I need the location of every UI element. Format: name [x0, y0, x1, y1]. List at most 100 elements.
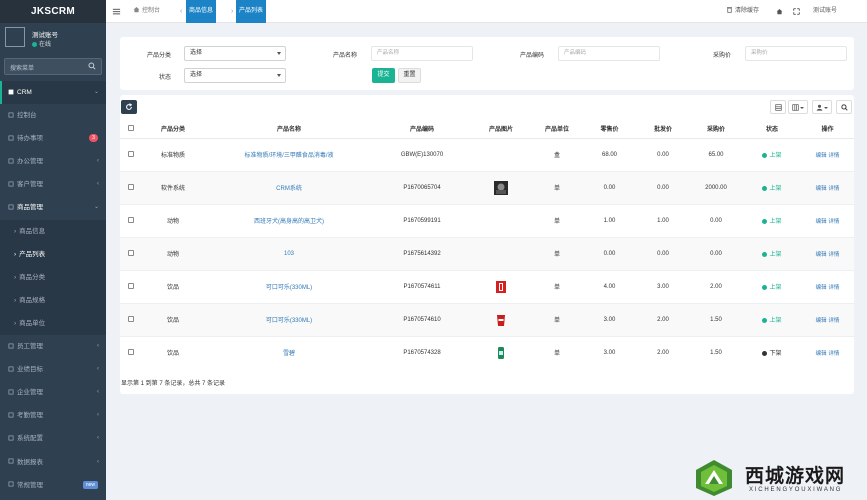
cell-status[interactable]: 上架: [743, 203, 801, 237]
product-name-link[interactable]: 可口可乐(330ML): [266, 285, 312, 291]
reset-button[interactable]: 重置: [398, 68, 421, 83]
detail-link[interactable]: 详情: [828, 351, 839, 357]
row-checkbox-cell[interactable]: [120, 236, 142, 270]
column-header-1[interactable]: 产品名称: [204, 119, 374, 139]
row-checkbox-cell[interactable]: [120, 269, 142, 303]
sidebar-item-6[interactable]: › 商品信息: [0, 219, 106, 243]
status-toggle[interactable]: 上架: [762, 152, 782, 159]
sidebar-item-5[interactable]: 商品管理 ⌄: [0, 196, 106, 219]
avatar[interactable]: [5, 27, 25, 47]
tab-dashboard[interactable]: 控制台: [133, 0, 160, 23]
row-checkbox-cell[interactable]: [120, 302, 142, 336]
product-code-input[interactable]: 产品编码: [558, 46, 660, 61]
column-header-6[interactable]: 批发价: [637, 119, 689, 139]
sidebar-item-7[interactable]: › 产品列表: [0, 242, 106, 266]
cell-name[interactable]: 标准物质/环境/三甲醛食品消毒/液: [204, 137, 374, 171]
cell-name[interactable]: 雪碧: [204, 335, 374, 369]
product-name-link[interactable]: 西班牙犬(高身高的高卫犬): [254, 219, 324, 225]
checkbox-icon[interactable]: [128, 316, 134, 323]
edit-link[interactable]: 编辑: [816, 351, 827, 357]
menu-search-input[interactable]: 搜索菜单: [4, 58, 102, 75]
detail-link[interactable]: 详情: [828, 285, 839, 291]
detail-link[interactable]: 详情: [828, 219, 839, 225]
export-button[interactable]: [812, 100, 832, 114]
checkbox-icon[interactable]: [128, 349, 134, 356]
checkbox-icon[interactable]: [128, 217, 134, 224]
column-header-5[interactable]: 零售价: [582, 119, 637, 139]
status-toggle[interactable]: 上架: [762, 317, 782, 324]
detail-link[interactable]: 详情: [828, 153, 839, 159]
product-name-input[interactable]: 产品名称: [371, 46, 473, 61]
sidebar-item-16[interactable]: 数据报表 ‹: [0, 451, 106, 474]
status-toggle[interactable]: 上架: [762, 185, 782, 192]
column-header-0[interactable]: 产品分类: [142, 119, 204, 139]
status-toggle[interactable]: 上架: [762, 251, 782, 258]
sidebar-item-8[interactable]: › 商品分类: [0, 265, 106, 289]
product-name-link[interactable]: 可口可乐(330ML): [266, 318, 312, 324]
tab-scroll-left-icon[interactable]: ‹: [180, 0, 182, 23]
product-name-link[interactable]: CRM系统: [276, 186, 302, 192]
tab-product-list[interactable]: 产品列表: [236, 0, 267, 23]
toggle-view-button[interactable]: [770, 100, 786, 114]
product-image[interactable]: [494, 346, 508, 360]
columns-button[interactable]: [788, 100, 808, 114]
sidebar-item-4[interactable]: 客户管理 ‹: [0, 173, 106, 196]
cell-name[interactable]: CRM系统: [204, 170, 374, 204]
table-row[interactable]: 饮品 可口可乐(330ML) P1670574610 单 3.00 2.00 1.50 上架 编…: [120, 302, 854, 336]
edit-link[interactable]: 编辑: [816, 318, 827, 324]
cell-status[interactable]: 下架: [743, 335, 801, 369]
sidebar-item-10[interactable]: › 商品单位: [0, 311, 106, 336]
sidebar-item-15[interactable]: 系统配置 ‹: [0, 427, 106, 450]
cell-status[interactable]: 上架: [743, 236, 801, 270]
search-icon[interactable]: [88, 62, 96, 70]
cell-name[interactable]: 可口可乐(330ML): [204, 302, 374, 336]
fullscreen-icon[interactable]: [793, 8, 800, 15]
sidebar-item-0[interactable]: CRM ⌄: [0, 81, 106, 105]
refresh-button[interactable]: [121, 100, 137, 114]
product-name-link[interactable]: 标准物质/环境/三甲醛食品消毒/液: [244, 153, 333, 159]
column-header-3[interactable]: 产品图片: [470, 119, 532, 139]
sidebar-item-1[interactable]: 控制台: [0, 104, 106, 127]
checkbox-icon[interactable]: [128, 250, 134, 257]
sidebar-item-13[interactable]: 企业管理 ‹: [0, 381, 106, 404]
sidebar-item-14[interactable]: 考勤管理 ‹: [0, 404, 106, 427]
edit-link[interactable]: 编辑: [816, 219, 827, 225]
menu-toggle-icon[interactable]: [112, 7, 121, 16]
status-toggle[interactable]: 上架: [762, 218, 782, 225]
product-image[interactable]: [494, 313, 508, 327]
column-header-2[interactable]: 产品编码: [374, 119, 470, 139]
cell-status[interactable]: 上架: [743, 269, 801, 303]
clear-cache-button[interactable]: 清除缓存: [726, 0, 759, 23]
table-row[interactable]: 动物 103 P1675614392 单 0.00 0.00 0.00 上架 编辑 详情: [120, 236, 854, 270]
table-row[interactable]: 饮品 雪碧 P1670574328 单 3.00 2.00 1.50 下架 编辑 详情: [120, 335, 854, 369]
sidebar-item-12[interactable]: 业绩目标 ‹: [0, 358, 106, 381]
cell-status[interactable]: 上架: [743, 302, 801, 336]
column-header-7[interactable]: 采购价: [689, 119, 743, 139]
row-checkbox-cell[interactable]: [120, 137, 142, 171]
select-all-checkbox[interactable]: [120, 119, 142, 139]
cell-status[interactable]: 上架: [743, 137, 801, 171]
cell-name[interactable]: 可口可乐(330ML): [204, 269, 374, 303]
table-row[interactable]: 饮品 可口可乐(330ML) P1670574611 单 4.00 3.00 2.00 上架 编…: [120, 269, 854, 303]
account-menu[interactable]: 测试账号: [813, 0, 837, 23]
submit-button[interactable]: 提交: [372, 68, 395, 83]
cost-price-input[interactable]: 采购价: [745, 46, 847, 61]
sidebar-item-11[interactable]: 员工管理 ‹: [0, 335, 106, 358]
sidebar-item-9[interactable]: › 商品规格: [0, 288, 106, 312]
sidebar-item-17[interactable]: 常规管理 new: [0, 474, 106, 497]
table-row[interactable]: 软件系统 CRM系统 P1670065704 单 0.00 0.00 2000.00 上架 编辑…: [120, 170, 854, 204]
checkbox-icon[interactable]: [128, 124, 134, 131]
sidebar-item-2[interactable]: 待办事项 3: [0, 127, 106, 150]
row-checkbox-cell[interactable]: [120, 170, 142, 204]
status-select[interactable]: 选择: [184, 68, 286, 83]
search-toggle-button[interactable]: [836, 100, 852, 114]
status-toggle[interactable]: 下架: [762, 350, 782, 357]
edit-link[interactable]: 编辑: [816, 285, 827, 291]
status-toggle[interactable]: 上架: [762, 284, 782, 291]
column-header-4[interactable]: 产品单位: [532, 119, 582, 139]
cell-name[interactable]: 西班牙犬(高身高的高卫犬): [204, 203, 374, 237]
detail-link[interactable]: 详情: [828, 318, 839, 324]
row-checkbox-cell[interactable]: [120, 335, 142, 369]
table-row[interactable]: 动物 西班牙犬(高身高的高卫犬) P1670599191 单 1.00 1.00 0.00 上…: [120, 203, 854, 237]
checkbox-icon[interactable]: [128, 283, 134, 290]
